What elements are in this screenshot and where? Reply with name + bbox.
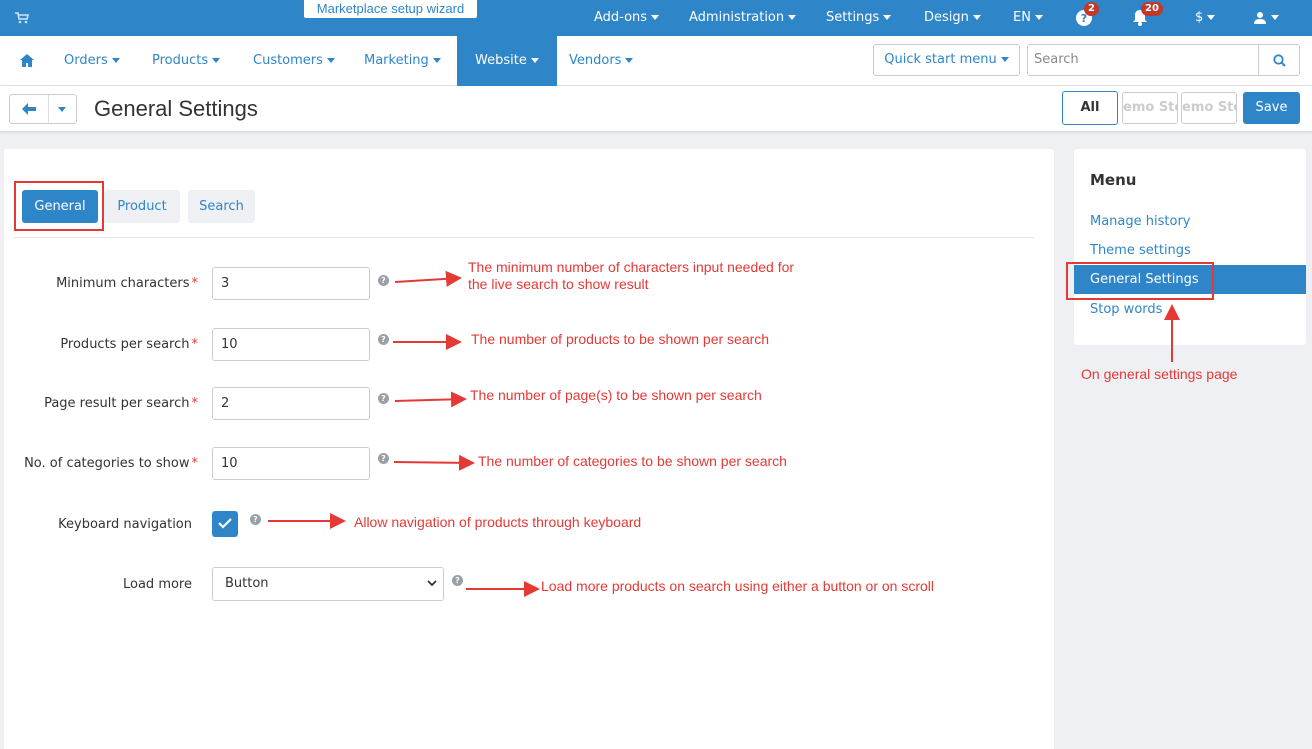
chevron-down-icon [883, 15, 892, 20]
chevron-down-icon [111, 58, 120, 63]
home-icon[interactable] [20, 36, 34, 86]
help-badge: 2 [1084, 2, 1099, 16]
store-button-2[interactable]: emo Sto [1181, 92, 1237, 124]
chevron-down-icon [625, 58, 634, 63]
chevron-down-icon[interactable] [58, 107, 66, 112]
language-menu[interactable]: EN [1013, 0, 1043, 36]
language-menu-label: EN [1013, 10, 1031, 25]
nav-item-customers-label: Customers [253, 53, 323, 68]
quick-start-menu-label: Quick start menu [884, 52, 997, 67]
chevron-down-icon [1271, 15, 1279, 20]
nav-item-vendors[interactable]: Vendors [569, 36, 634, 86]
store-button-1[interactable]: emo Sto [1122, 92, 1178, 124]
annotation-page-result: The number of page(s) to be shown per se… [470, 387, 762, 403]
administration-menu[interactable]: Administration [689, 0, 797, 36]
annotation-keyboard: Allow navigation of products through key… [354, 514, 642, 530]
search-input[interactable]: Search [1027, 44, 1259, 76]
administration-menu-label: Administration [689, 10, 785, 25]
search-icon [1272, 54, 1286, 67]
save-button[interactable]: Save [1243, 92, 1300, 124]
annotation-highlight-box [1066, 262, 1214, 300]
page-title: General Settings [94, 96, 258, 121]
cart-icon[interactable] [14, 10, 30, 26]
nav-item-products-label: Products [152, 53, 209, 68]
nav-item-website[interactable]: Website [457, 36, 557, 86]
nav-item-customers[interactable]: Customers [253, 36, 335, 86]
sidebar-menu: Menu Manage history Theme settings Gener… [1074, 149, 1306, 345]
marketplace-wizard-button[interactable]: Marketplace setup wizard [303, 0, 478, 19]
annotation-min-chars-line2: the live search to show result [468, 276, 649, 292]
search-button[interactable] [1258, 44, 1300, 76]
settings-menu-label: Settings [826, 10, 880, 25]
annotation-arrow-up [1164, 304, 1180, 362]
nav-item-marketing[interactable]: Marketing [364, 36, 441, 86]
nav-item-products[interactable]: Products [152, 36, 221, 86]
annotation-categories: The number of categories to be shown per… [478, 453, 787, 469]
all-stores-button[interactable]: All [1062, 91, 1118, 125]
addons-menu[interactable]: Add-ons [594, 0, 660, 36]
main-nav: Orders Products Customers Marketing Webs… [0, 36, 1312, 86]
annotation-arrows [268, 270, 540, 597]
quick-start-menu-button[interactable]: Quick start menu [873, 44, 1020, 76]
chevron-down-icon [651, 15, 660, 20]
nav-item-orders-label: Orders [64, 53, 108, 68]
annotation-min-chars-line1: The minimum number of characters input n… [468, 259, 795, 275]
nav-item-vendors-label: Vendors [569, 53, 622, 68]
settings-panel: General Product Search Minimum character… [4, 149, 1054, 749]
chevron-down-icon [1034, 15, 1043, 20]
menu-title: Menu [1090, 171, 1137, 189]
annotation-products-per-search: The number of products to be shown per s… [471, 331, 770, 347]
chevron-down-icon [1000, 57, 1009, 62]
chevron-down-icon [972, 15, 981, 20]
chevron-down-icon [432, 58, 441, 63]
back-button-group[interactable] [9, 94, 77, 124]
addons-menu-label: Add-ons [594, 10, 648, 25]
arrow-left-icon[interactable] [22, 103, 36, 115]
nav-item-orders[interactable]: Orders [64, 36, 120, 86]
title-bar: General Settings All emo Sto emo Sto Sav… [0, 86, 1312, 132]
nav-item-marketing-label: Marketing [364, 53, 429, 68]
design-menu-label: Design [924, 10, 969, 25]
notifications-badge: 20 [1141, 2, 1163, 16]
currency-menu-label: $ [1195, 10, 1204, 25]
user-icon [1254, 11, 1266, 24]
nav-item-website-label: Website [475, 53, 527, 68]
currency-menu[interactable]: $ [1195, 0, 1216, 36]
chevron-down-icon [1207, 15, 1216, 20]
annotation-sidebar-note: On general settings page [1081, 366, 1238, 382]
sidebar-item-theme-settings[interactable]: Theme settings [1074, 236, 1306, 265]
divider [48, 95, 49, 123]
chevron-down-icon [788, 15, 797, 20]
user-menu[interactable] [1253, 0, 1279, 36]
chevron-down-icon [326, 58, 335, 63]
annotation-load-more: Load more products on search using eithe… [541, 578, 935, 594]
design-menu[interactable]: Design [924, 0, 981, 36]
chevron-down-icon [212, 58, 221, 63]
sidebar-item-manage-history[interactable]: Manage history [1074, 207, 1306, 236]
chevron-down-icon [530, 58, 539, 63]
top-bar: Marketplace setup wizard Add-ons Adminis… [0, 0, 1312, 36]
settings-menu[interactable]: Settings [826, 0, 892, 36]
